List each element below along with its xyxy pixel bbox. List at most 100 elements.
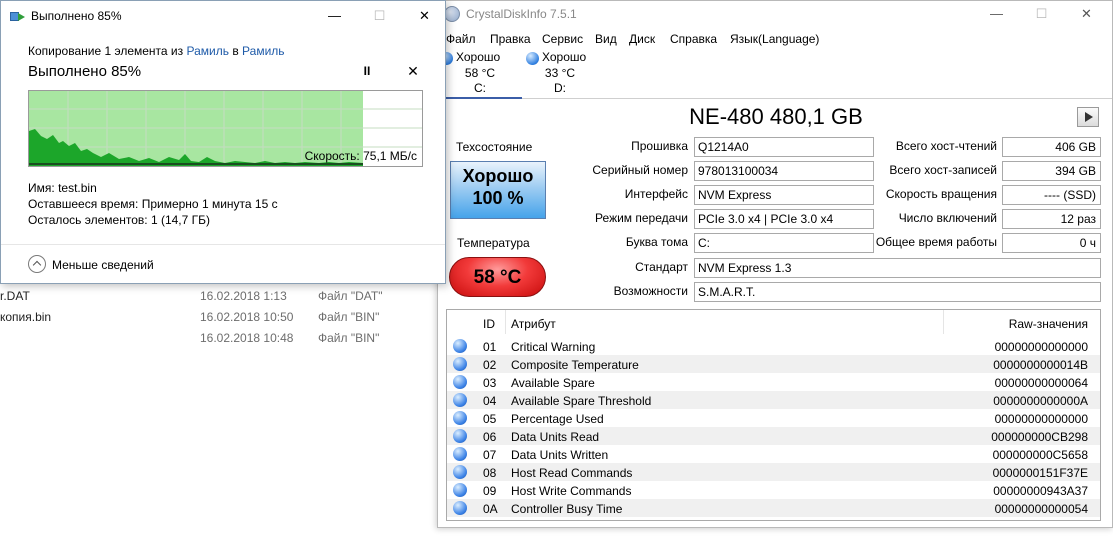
close-button[interactable]: ✕	[402, 1, 447, 31]
drive-letter: C:	[474, 81, 486, 95]
items-remaining-info: Осталось элементов: 1 (14,7 ГБ)	[28, 213, 210, 227]
crystaldiskinfo-window: CrystalDiskInfo 7.5.1 — ☐ ✕ Файл Правка …	[437, 0, 1113, 528]
power-hours-label: Общее время работы	[875, 235, 997, 249]
host-reads-label: Всего хост-чтений	[895, 139, 997, 153]
attr-id: 06	[483, 430, 497, 444]
col-id[interactable]: ID	[483, 317, 495, 331]
features-label: Возможности	[613, 284, 688, 298]
source-link[interactable]: Рамиль	[186, 44, 229, 58]
temperature-badge[interactable]: 58 °C	[449, 257, 546, 297]
attr-id: 03	[483, 376, 497, 390]
volume-letter-label: Буква тома	[625, 235, 688, 249]
menu-bar: Файл Правка Сервис Вид Диск Справка Язык…	[438, 29, 1112, 49]
health-percent: 100 %	[472, 188, 524, 208]
attr-id: 01	[483, 340, 497, 354]
table-row[interactable]: 08 Host Read Commands 0000000151F37E	[447, 463, 1100, 481]
attr-name: Data Units Written	[511, 448, 609, 462]
table-row[interactable]: 0A Controller Busy Time 00000000000054	[447, 499, 1100, 517]
drive-status: Хорошо	[456, 50, 501, 64]
table-row[interactable]: 03 Available Spare 00000000000064	[447, 373, 1100, 391]
attr-id: 0A	[483, 502, 498, 516]
drive-temp: 33 °C	[544, 66, 576, 80]
serial-value: 978013100034	[694, 161, 874, 181]
copy-description: Копирование 1 элемента из Рамиль в Рамил…	[28, 44, 285, 58]
rotation-value: ---- (SSD)	[1002, 185, 1101, 205]
temperature-label: Температура	[457, 236, 530, 250]
chevron-up-icon[interactable]	[28, 255, 46, 273]
table-row[interactable]: 06 Data Units Read 000000000CB298	[447, 427, 1100, 445]
attr-id: 07	[483, 448, 497, 462]
file-row[interactable]: r.DAT 16.02.2018 1:13 Файл "DAT"	[0, 286, 446, 306]
status-ball-icon	[453, 375, 467, 389]
maximize-button[interactable]: ☐	[357, 1, 402, 31]
smart-table[interactable]: ID Атрибут Raw-значения 01 Critical Warn…	[446, 309, 1101, 521]
attr-name: Available Spare Threshold	[511, 394, 652, 408]
attr-name: Composite Temperature	[511, 358, 639, 372]
items-value: 1 (14,7 ГБ)	[150, 213, 211, 227]
menu-view[interactable]: Вид	[595, 32, 617, 46]
next-disk-button[interactable]	[1077, 107, 1099, 127]
status-ball-icon	[453, 393, 467, 407]
cancel-copy-button[interactable]: ✕	[403, 63, 423, 81]
status-ball-icon	[453, 483, 467, 497]
copy-prefix: Копирование 1 элемента из	[28, 44, 184, 58]
attr-raw: 0000000151F37E	[992, 466, 1088, 480]
attr-raw: 000000000CB298	[991, 430, 1088, 444]
attr-raw: 00000000000000	[994, 412, 1088, 426]
host-reads-value: 406 GB	[1002, 137, 1101, 157]
attr-id: 04	[483, 394, 497, 408]
col-divider	[943, 310, 944, 334]
pause-button[interactable]: II	[357, 64, 377, 82]
drive-tab-c[interactable]: Хорошо 58 °C C:	[438, 49, 522, 99]
file-row[interactable]: 16.02.2018 10:48 Файл "BIN"	[0, 328, 446, 348]
transfer-speed-graph: Скорость: 75,1 МБ/с	[28, 90, 423, 167]
copy-dialog-titlebar[interactable]: Выполнено 85% — ☐ ✕	[1, 1, 445, 31]
time-value: Примерно 1 минута 15 с	[141, 197, 278, 211]
attr-name: Controller Busy Time	[511, 502, 623, 516]
table-row[interactable]: 04 Available Spare Threshold 00000000000…	[447, 391, 1100, 409]
table-row[interactable]: 02 Composite Temperature 0000000000014B	[447, 355, 1100, 373]
attr-id: 08	[483, 466, 497, 480]
menu-disk[interactable]: Диск	[629, 32, 655, 46]
drive-letter: D:	[554, 81, 566, 95]
attr-name: Percentage Used	[511, 412, 604, 426]
status-ball-icon	[526, 52, 539, 65]
attr-raw: 0000000000014B	[993, 358, 1088, 372]
less-details-button[interactable]: Меньше сведений	[52, 258, 154, 272]
file-type: Файл "DAT"	[318, 289, 383, 303]
serial-label: Серийный номер	[592, 163, 688, 177]
menu-edit[interactable]: Правка	[490, 32, 531, 46]
file-type: Файл "BIN"	[318, 331, 380, 345]
table-row[interactable]: 09 Host Write Commands 00000000943A37	[447, 481, 1100, 499]
cdi-title: CrystalDiskInfo 7.5.1	[466, 7, 577, 21]
minimize-button[interactable]: —	[974, 1, 1019, 27]
col-attribute[interactable]: Атрибут	[511, 317, 556, 331]
menu-service[interactable]: Сервис	[542, 32, 583, 46]
power-hours-value: 0 ч	[1002, 233, 1101, 253]
in-word: в	[232, 44, 239, 58]
health-status-badge[interactable]: Хорошо 100 %	[450, 161, 546, 219]
table-row[interactable]: 07 Data Units Written 000000000C5658	[447, 445, 1100, 463]
attr-name: Critical Warning	[511, 340, 596, 354]
drive-tab-d[interactable]: Хорошо 33 °C D:	[518, 49, 602, 99]
attr-id: 02	[483, 358, 497, 372]
close-button[interactable]: ✕	[1064, 1, 1109, 27]
minimize-button[interactable]: —	[312, 1, 357, 31]
name-value: test.bin	[58, 181, 97, 195]
menu-help[interactable]: Справка	[670, 32, 717, 46]
file-row[interactable]: копия.bin 16.02.2018 10:50 Файл "BIN"	[0, 307, 446, 327]
disk-model-title: NE-480 480,1 GB	[689, 104, 863, 129]
items-label: Осталось элементов:	[28, 213, 148, 227]
menu-language[interactable]: Язык(Language)	[730, 32, 819, 46]
maximize-button[interactable]: ☐	[1019, 1, 1064, 27]
smart-table-header: ID Атрибут Raw-значения	[447, 310, 1100, 334]
attr-raw: 00000000000000	[994, 340, 1088, 354]
menu-file[interactable]: Файл	[446, 32, 476, 46]
divider	[1, 244, 445, 245]
cdi-titlebar[interactable]: CrystalDiskInfo 7.5.1 — ☐ ✕	[438, 1, 1112, 28]
drive-selector: Хорошо 58 °C C: Хорошо 33 °C D:	[438, 49, 1112, 99]
col-raw[interactable]: Raw-значения	[1009, 317, 1088, 331]
table-row[interactable]: 05 Percentage Used 00000000000000	[447, 409, 1100, 427]
table-row[interactable]: 01 Critical Warning 00000000000000	[447, 337, 1100, 355]
destination-link[interactable]: Рамиль	[242, 44, 285, 58]
